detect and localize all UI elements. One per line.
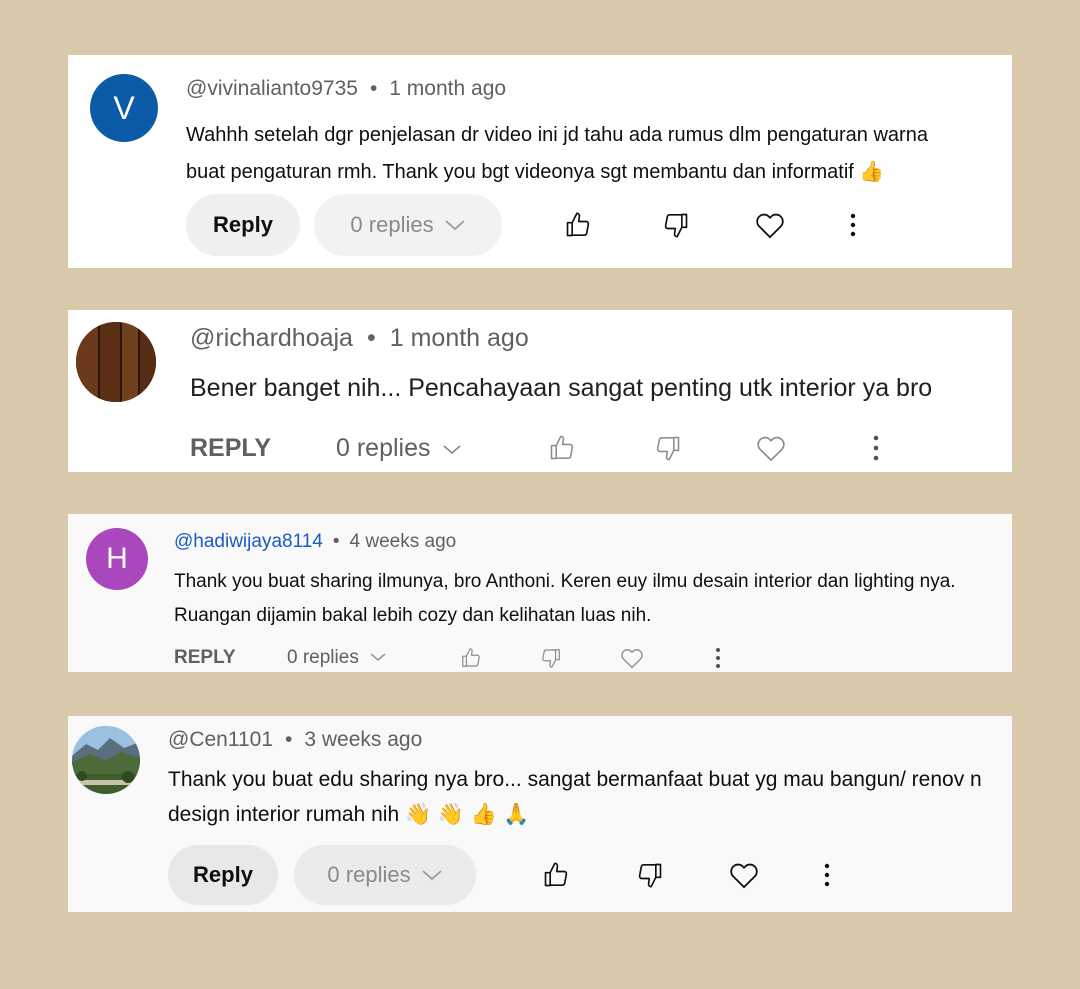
meta-separator: • bbox=[369, 77, 378, 100]
wood-avatar-image bbox=[76, 322, 156, 402]
comment-line: Bener banget nih... Pencahayaan sangat p… bbox=[190, 374, 933, 402]
thumbs-up-emoji: 👍 bbox=[859, 159, 885, 183]
comment-header: @hadiwijaya8114 • 4 weeks ago bbox=[174, 531, 456, 553]
heart-icon[interactable] bbox=[726, 861, 762, 889]
avatar[interactable]: V bbox=[90, 74, 158, 142]
comment-card: H @hadiwijaya8114 • 4 weeks ago Thank you … bbox=[68, 514, 1012, 672]
comment-text: Thank you buat sharing ilmunya, bro Anth… bbox=[174, 565, 956, 633]
reply-button[interactable]: Reply bbox=[168, 845, 278, 905]
heart-icon[interactable] bbox=[617, 647, 647, 669]
comment-author[interactable]: @vivinalianto9735 bbox=[186, 77, 358, 101]
comment-line: Thank you buat sharing ilmunya, bro Anth… bbox=[174, 571, 956, 592]
comment-header: @vivinalianto9735 • 1 month ago bbox=[186, 77, 506, 101]
chevron-down-icon bbox=[444, 212, 466, 238]
comment-time[interactable]: 1 month ago bbox=[389, 77, 506, 101]
heart-icon[interactable] bbox=[752, 211, 788, 239]
comment-header: @richardhoaja • 1 month ago bbox=[190, 324, 529, 353]
heart-icon[interactable] bbox=[753, 434, 789, 462]
comment-line: Wahhh setelah dgr penjelasan dr video in… bbox=[186, 124, 928, 146]
thumbs-up-icon[interactable] bbox=[538, 861, 574, 889]
avatar-letter: V bbox=[113, 89, 135, 126]
comment-author[interactable]: @richardhoaja bbox=[190, 324, 353, 353]
comment-author[interactable]: @hadiwijaya8114 bbox=[174, 531, 323, 553]
comment-card: V @vivinalianto9735 • 1 month ago Wahhh se… bbox=[68, 55, 1012, 268]
comment-line: Thank you buat edu sharing nya bro... sa… bbox=[168, 768, 982, 791]
wave-emoji-group: 👋 👋 👍 🙏 bbox=[404, 802, 530, 826]
avatar[interactable] bbox=[76, 322, 156, 402]
more-vert-icon[interactable] bbox=[871, 435, 881, 461]
thumbs-up-icon[interactable] bbox=[545, 434, 579, 462]
comment-card: @richardhoaja • 1 month ago Bener banget n… bbox=[68, 310, 1012, 472]
comment-actions: REPLY 0 replies bbox=[190, 428, 881, 468]
comment-actions: REPLY 0 replies bbox=[174, 642, 723, 672]
landscape-avatar-image bbox=[72, 726, 140, 794]
more-vert-icon[interactable] bbox=[713, 647, 723, 669]
thumbs-down-icon[interactable] bbox=[632, 861, 668, 889]
replies-label: 0 replies bbox=[336, 433, 431, 462]
comment-text: Thank you buat edu sharing nya bro... sa… bbox=[168, 763, 982, 832]
chevron-down-icon bbox=[441, 434, 463, 463]
avatar[interactable]: H bbox=[86, 528, 148, 590]
replies-label: 0 replies bbox=[327, 862, 411, 887]
replies-label: 0 replies bbox=[287, 647, 359, 668]
comment-line: Ruangan dijamin bakal lebih cozy dan kel… bbox=[174, 605, 652, 626]
meta-separator: • bbox=[366, 324, 376, 352]
avatar[interactable] bbox=[72, 726, 140, 794]
reply-button[interactable]: Reply bbox=[186, 194, 300, 256]
replies-toggle[interactable]: 0 replies bbox=[287, 647, 387, 669]
chevron-down-icon bbox=[369, 647, 387, 669]
comment-text: Wahhh setelah dgr penjelasan dr video in… bbox=[186, 117, 928, 190]
thumbs-down-icon[interactable] bbox=[658, 211, 694, 239]
chevron-down-icon bbox=[421, 862, 443, 888]
comment-line: buat pengaturan rmh. Thank you bgt video… bbox=[186, 161, 854, 183]
more-vert-icon[interactable] bbox=[822, 863, 832, 887]
meta-separator: • bbox=[332, 531, 340, 552]
replies-label: 0 replies bbox=[350, 212, 434, 237]
comment-time[interactable]: 1 month ago bbox=[390, 324, 529, 353]
comment-text: Bener banget nih... Pencahayaan sangat p… bbox=[190, 370, 932, 406]
comment-header: @Cen1101 • 3 weeks ago bbox=[168, 728, 422, 752]
comment-time[interactable]: 3 weeks ago bbox=[304, 728, 422, 752]
replies-toggle[interactable]: 0 replies bbox=[314, 194, 502, 256]
reply-button[interactable]: REPLY bbox=[174, 647, 244, 669]
comment-author[interactable]: @Cen1101 bbox=[168, 728, 273, 752]
thumbs-up-icon[interactable] bbox=[560, 211, 596, 239]
replies-toggle[interactable]: 0 replies bbox=[336, 434, 463, 463]
comment-card: @Cen1101 • 3 weeks ago Thank you buat edu … bbox=[68, 716, 1012, 912]
more-vert-icon[interactable] bbox=[848, 213, 858, 237]
replies-toggle[interactable]: 0 replies bbox=[294, 845, 476, 905]
comment-time[interactable]: 4 weeks ago bbox=[350, 531, 457, 553]
thumbs-down-icon[interactable] bbox=[651, 434, 685, 462]
thumbs-up-icon[interactable] bbox=[457, 647, 485, 669]
avatar-letter: H bbox=[106, 542, 128, 575]
reply-button[interactable]: REPLY bbox=[190, 434, 272, 463]
comment-line: design interior rumah nih bbox=[168, 803, 400, 826]
meta-separator: • bbox=[285, 728, 293, 751]
comment-actions: Reply 0 replies bbox=[168, 845, 832, 905]
comment-actions: Reply 0 replies bbox=[186, 194, 858, 256]
thumbs-down-icon[interactable] bbox=[537, 647, 565, 669]
